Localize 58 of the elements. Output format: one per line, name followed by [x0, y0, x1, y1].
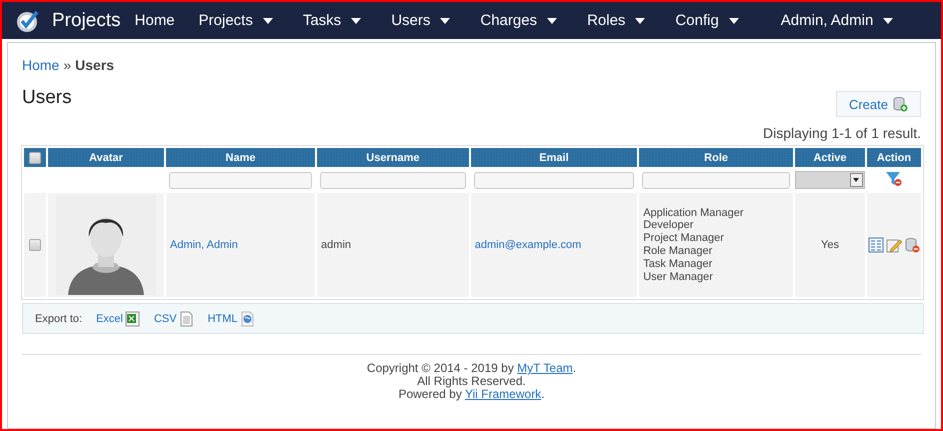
footer-text: Copyright © 2014 - 2019 by MyT Team. [366, 362, 578, 375]
caret-icon[interactable] [883, 18, 894, 24]
nav-menu-item[interactable]: Charges [480, 12, 538, 29]
column-header[interactable]: Avatar [48, 148, 164, 167]
result-summary: Displaying 1-1 of 1 result. [762, 125, 921, 141]
row-checkbox[interactable] [29, 239, 41, 252]
edit-pencil-icon[interactable] [886, 237, 902, 253]
user-name-link[interactable]: Admin, Admin [170, 239, 238, 251]
column-header[interactable]: Name [166, 148, 316, 167]
caret-icon[interactable] [262, 18, 273, 24]
column-header[interactable]: Action [866, 148, 921, 167]
breadcrumb-link[interactable]: Home [22, 57, 60, 73]
nav-menu-item[interactable]: Admin, Admin [780, 12, 874, 29]
footer-text: All Rights Reserved. [417, 375, 526, 388]
column-header[interactable]: Active [794, 148, 865, 167]
caret-icon[interactable] [728, 18, 739, 24]
column-header[interactable]: Role [639, 148, 793, 167]
column-header[interactable]: Username [317, 148, 469, 167]
filter-field[interactable] [474, 172, 634, 188]
caret-icon[interactable] [635, 18, 646, 24]
checkmark-logo-icon[interactable] [16, 8, 40, 32]
caret-icon[interactable] [440, 18, 450, 24]
active-text: Yes [821, 239, 839, 251]
filter-field[interactable] [169, 172, 312, 188]
web-page-icon [240, 310, 255, 326]
filter-field[interactable] [320, 172, 466, 188]
export-link[interactable]: Excel [96, 310, 140, 326]
breadcrumb-separator: » [63, 57, 72, 73]
footer-link[interactable]: Yii Framework [464, 387, 542, 401]
create-button[interactable]: Create [836, 91, 921, 117]
export-label: Export to: [35, 312, 82, 324]
select-all-checkbox[interactable] [29, 152, 41, 164]
export-link[interactable]: CSV [154, 310, 194, 326]
username-text: admin [321, 239, 352, 251]
caret-icon[interactable] [351, 18, 362, 24]
delete-icon[interactable] [904, 237, 920, 253]
clear-filter-icon[interactable] [884, 170, 903, 186]
caret-icon[interactable] [547, 18, 558, 24]
database-add-icon [892, 96, 908, 112]
role-list: Application Manager Developer Project Manager Role Manager Task Manager User Manager [643, 206, 789, 284]
page-title: Users [22, 87, 72, 109]
view-icon[interactable] [868, 237, 884, 253]
nav-menu-item[interactable]: Roles [587, 12, 626, 29]
brand-link[interactable]: Projects [52, 10, 121, 32]
nav-menu-item[interactable]: Users [391, 12, 430, 29]
column-header[interactable]: Email [470, 148, 638, 167]
document-icon [178, 310, 194, 326]
nav-menu-item[interactable]: Projects [198, 12, 253, 29]
footer-link[interactable]: MyT Team [517, 361, 573, 375]
breadcrumb-current: Users [75, 57, 114, 73]
spreadsheet-icon [124, 310, 140, 326]
nav-menu-item[interactable]: Tasks [302, 12, 342, 29]
filter-field[interactable] [642, 172, 790, 188]
footer-text: Powered by Yii Framework. [397, 388, 546, 401]
export-link[interactable]: HTML [208, 310, 255, 326]
nav-menu-item[interactable]: Home [134, 12, 175, 29]
email-link[interactable]: admin@example.com [474, 239, 582, 251]
nav-menu-item[interactable]: Config [675, 12, 719, 29]
